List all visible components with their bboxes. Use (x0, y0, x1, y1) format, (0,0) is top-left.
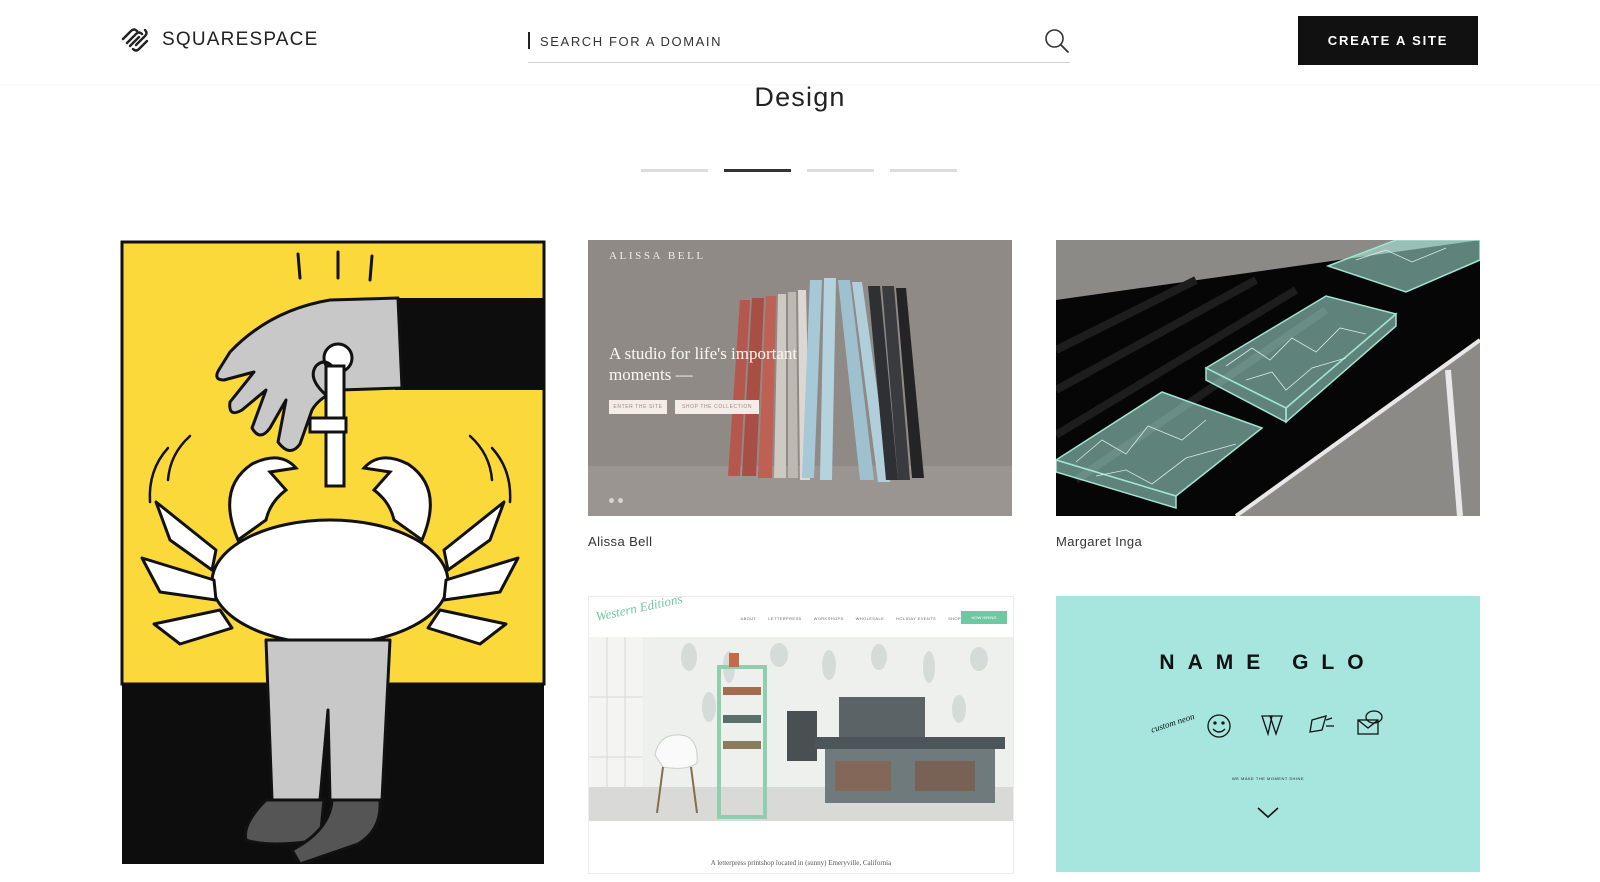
name-glo-thumbnail[interactable]: NAME GLO custom neon WE MAKE THE MOMENT … (1056, 596, 1480, 872)
site-header: SQUARESPACE CREATE A SITE (0, 0, 1600, 84)
preview-brand: ALISSA BELL (609, 250, 706, 262)
pager-dot-2[interactable] (724, 169, 791, 172)
squarespace-logo[interactable]: SQUARESPACE (120, 27, 318, 53)
portfolio-card-margaret-inga[interactable]: Margaret Inga (1056, 240, 1480, 549)
search-icon[interactable] (1044, 28, 1070, 54)
preview-logo: Western Editions (594, 596, 684, 624)
create-site-button[interactable]: CREATE A SITE (1298, 16, 1478, 65)
preview-slide-dots (609, 498, 623, 503)
preview-badge: custom neon (1150, 711, 1197, 735)
preview-shop-button: SHOP THE COLLECTION (675, 400, 759, 414)
preview-icons-row: custom neon (1150, 710, 1383, 738)
search-input[interactable] (538, 28, 1022, 54)
alissa-bell-thumbnail[interactable]: ALISSA BELL A studio for life's importan… (588, 240, 1012, 516)
preview-nav-item: ABOUT (740, 616, 757, 621)
preview-title: NAME GLO (1159, 651, 1377, 674)
preview-headline: A studio for life's important moments — (609, 344, 798, 384)
preview-nav: ABOUT LETTERPRESS WORKSHOPS WHOLESALE HO… (741, 616, 962, 621)
western-editions-thumbnail[interactable]: Western Editions ABOUT LETTERPRESS WORKS… (588, 596, 1014, 874)
portfolio-card-western-editions[interactable]: Western Editions ABOUT LETTERPRESS WORKS… (588, 596, 1014, 874)
pager-dot-3[interactable] (807, 169, 874, 172)
squarespace-logo-icon (121, 28, 149, 52)
portfolio-card-name-glo[interactable]: NAME GLO custom neon WE MAKE THE MOMENT … (1056, 596, 1480, 872)
card-caption[interactable]: Margaret Inga (1056, 534, 1480, 549)
preview-nav-item: LETTERPRESS (768, 616, 802, 621)
preview-nav-item: WHOLESALE (855, 616, 885, 621)
chevron-down-icon (1257, 807, 1279, 819)
portfolio-card-alissa-bell[interactable]: ALISSA BELL A studio for life's importan… (588, 240, 1012, 549)
preview-nav-item: SHOP (948, 616, 961, 621)
card-caption[interactable]: Alissa Bell (588, 534, 1012, 549)
section-title: Design (754, 82, 846, 112)
preview-nav-item: HOLIDAY EVENTS (896, 616, 937, 621)
logo-wordmark: SQUARESPACE (162, 29, 319, 50)
workshop-photo (589, 637, 1013, 821)
margaret-inga-thumbnail[interactable] (1056, 240, 1480, 516)
preview-tagline: WE MAKE THE MOMENT SHINE (1231, 776, 1305, 781)
preview-enter-button: ENTER THE SITE (609, 400, 667, 414)
carousel-pager (641, 169, 957, 172)
illustration-thumbnail[interactable] (120, 240, 546, 864)
glass-blocks-photo (1056, 240, 1480, 516)
domain-search (528, 28, 1070, 63)
pager-dot-1[interactable] (641, 169, 708, 172)
preview-tagline: A letterpress printshop located in (sunn… (710, 859, 892, 867)
crab-illustration (120, 240, 546, 864)
preview-nav-button: NOW HIRING (961, 611, 1007, 624)
portfolio-card-illustration[interactable] (120, 240, 546, 882)
pager-dot-4[interactable] (890, 169, 957, 172)
preview-nav-item: WORKSHOPS (813, 616, 844, 621)
text-caret (528, 32, 530, 49)
